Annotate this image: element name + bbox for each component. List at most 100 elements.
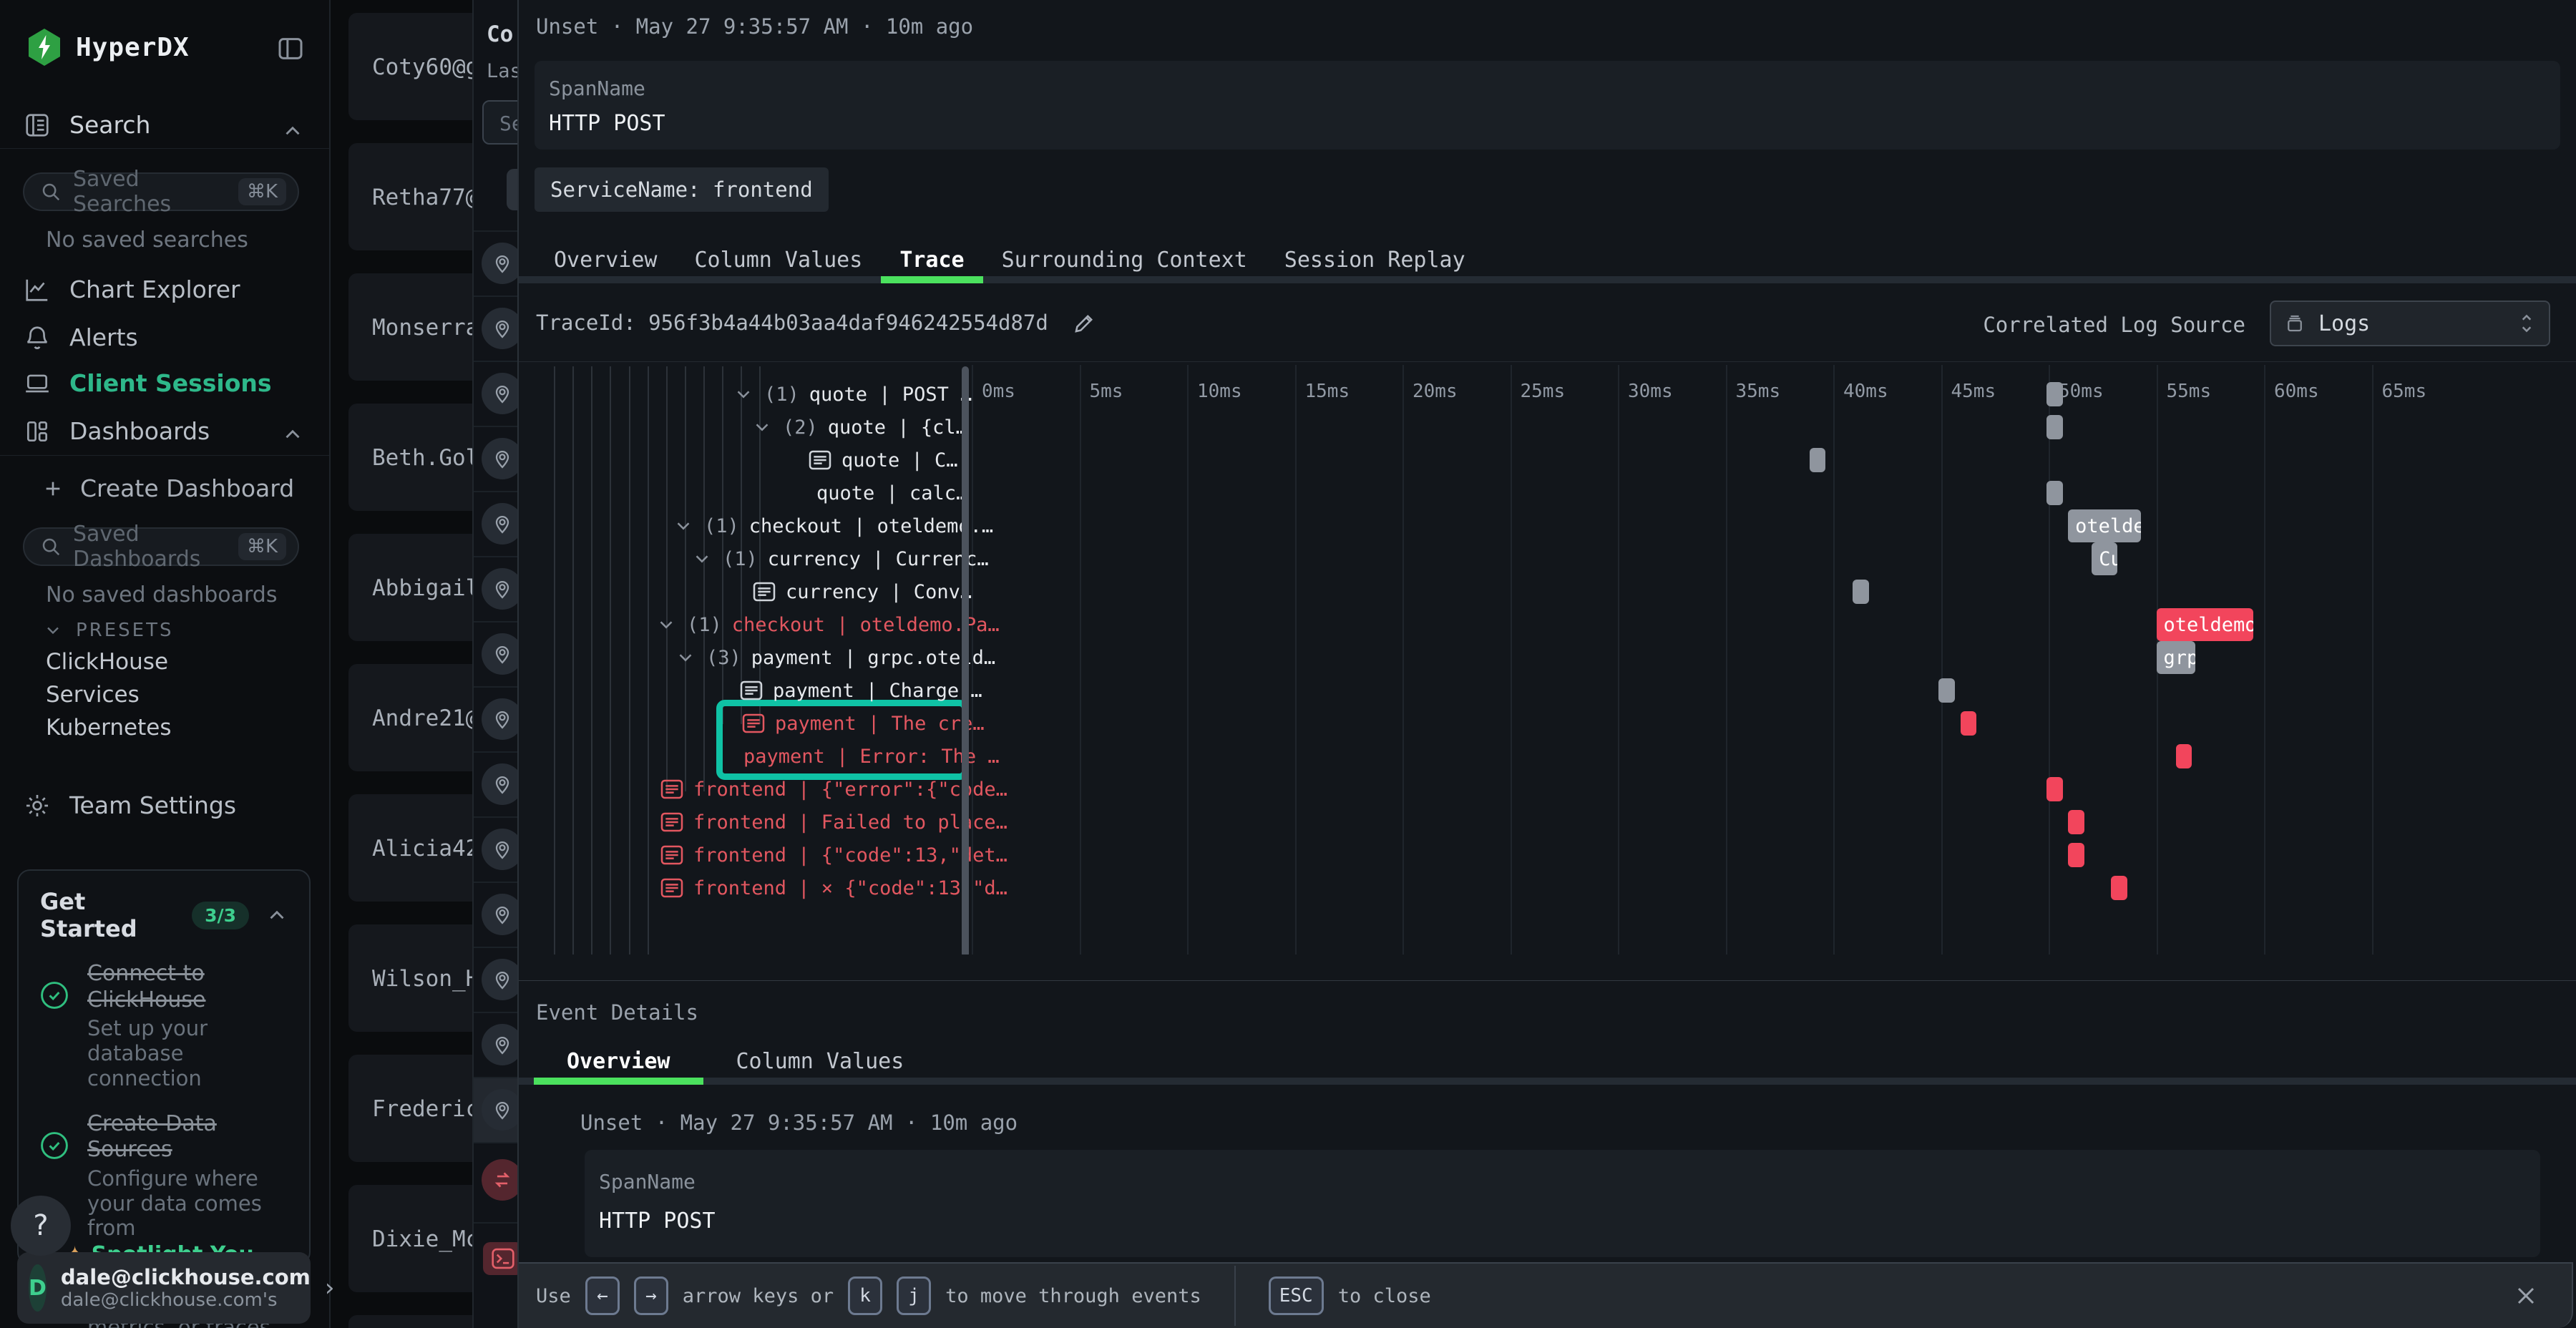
trace-span-row[interactable]: currency | Conv… — [753, 575, 972, 608]
user-menu[interactable]: D dale@clickhouse.com dale@clickhouse.co… — [17, 1252, 311, 1324]
sidebar-item-alerts[interactable]: Alerts — [24, 323, 138, 351]
span-duration-bar[interactable]: Cu — [2092, 542, 2117, 575]
location-pin-icon[interactable] — [482, 243, 517, 284]
dashboards-collapse-chevron-icon[interactable] — [280, 422, 305, 446]
sidebar-collapse-icon[interactable] — [276, 34, 305, 63]
span-duration-bar[interactable] — [2176, 744, 2192, 768]
span-duration-bar[interactable] — [2046, 481, 2063, 505]
trace-span-row[interactable]: payment | The cre… — [742, 707, 985, 740]
session-card[interactable]: Abbigail — [348, 534, 472, 641]
trace-span-row[interactable]: quote | C… — [809, 444, 958, 477]
location-pin-icon[interactable] — [482, 894, 517, 935]
span-duration-bar[interactable]: oteldemo. — [2157, 608, 2253, 641]
session-action-button[interactable] — [507, 169, 517, 210]
edit-icon[interactable] — [1073, 311, 1097, 335]
tab-trace[interactable]: Trace — [881, 236, 982, 283]
trace-span-row[interactable]: (1)currency | Currenc… — [691, 542, 989, 575]
location-pin-icon[interactable] — [482, 308, 517, 349]
trace-span-row[interactable]: frontend | {"code":13,"det… — [660, 839, 1008, 872]
session-card[interactable] — [348, 1315, 472, 1328]
sidebar-item-chart-explorer[interactable]: Chart Explorer — [24, 275, 240, 303]
session-card[interactable]: Monserra — [348, 273, 472, 381]
span-duration-bar[interactable]: grp — [2157, 641, 2195, 674]
event-tab-column-values[interactable]: Column Values — [703, 1038, 937, 1085]
trace-span-row[interactable]: payment | Error: The … — [743, 740, 1000, 773]
chevron-down-icon[interactable] — [673, 515, 694, 537]
location-pin-icon[interactable] — [482, 1089, 517, 1131]
preset-item-kubernetes[interactable]: Kubernetes — [46, 715, 171, 741]
location-pin-icon[interactable] — [482, 633, 517, 675]
session-card[interactable]: Frederic — [348, 1055, 472, 1162]
search-collapse-chevron-icon[interactable] — [280, 119, 305, 143]
get-started-collapse-chevron-icon[interactable] — [265, 903, 289, 927]
span-duration-bar[interactable] — [2046, 415, 2063, 439]
span-duration-bar[interactable] — [2046, 777, 2063, 801]
sidebar-item-dashboards[interactable]: Dashboards — [24, 417, 210, 445]
trace-span-row[interactable]: frontend | × {"code":13,"d… — [660, 872, 1008, 904]
session-card[interactable]: Wilson_H — [348, 924, 472, 1032]
location-pin-icon[interactable] — [482, 1024, 517, 1065]
span-duration-bar[interactable] — [2068, 810, 2084, 834]
sidebar-item-team-settings[interactable]: Team Settings — [24, 791, 236, 819]
log-source-select[interactable]: Logs — [2270, 301, 2550, 346]
location-pin-icon[interactable] — [482, 698, 517, 740]
help-button[interactable]: ? — [11, 1196, 71, 1256]
logo[interactable]: HyperDX — [27, 29, 190, 66]
span-duration-bar[interactable]: oteldemo. — [2068, 509, 2141, 542]
preset-item-clickhouse[interactable]: ClickHouse — [46, 649, 168, 675]
trace-span-row[interactable]: quote | calc… — [816, 477, 967, 509]
session-replay-icon[interactable] — [482, 1159, 517, 1201]
trace-span-row[interactable]: payment | Charge … — [740, 674, 982, 707]
location-pin-icon[interactable] — [482, 568, 517, 610]
trace-span-row[interactable]: (1)quote | POST … — [733, 378, 972, 411]
session-card[interactable]: Retha77@ — [348, 143, 472, 250]
chevron-down-icon[interactable] — [655, 614, 677, 635]
session-card[interactable]: Alicia42 — [348, 794, 472, 902]
tab-session-replay[interactable]: Session Replay — [1266, 236, 1484, 283]
span-duration-bar[interactable] — [1810, 448, 1826, 472]
sidebar-item-client-sessions[interactable]: Client Sessions — [24, 369, 272, 397]
trace-span-row[interactable]: (2)quote | {cl… — [751, 411, 967, 444]
location-pin-icon[interactable] — [482, 438, 517, 479]
tab-overview[interactable]: Overview — [535, 236, 676, 283]
terminal-log-icon[interactable] — [483, 1242, 517, 1275]
trace-span-row[interactable]: frontend | Failed to place… — [660, 806, 1008, 839]
span-duration-bar[interactable] — [2068, 843, 2084, 867]
tab-surrounding-context[interactable]: Surrounding Context — [983, 236, 1266, 283]
saved-dashboards-input[interactable]: Saved Dashboards ⌘K — [23, 527, 299, 566]
preset-item-services[interactable]: Services — [46, 682, 140, 708]
span-duration-bar[interactable] — [1938, 678, 1955, 703]
get-started-item[interactable]: Connect to ClickHouseSet up your databas… — [19, 949, 309, 1100]
trace-span-row[interactable]: (3)payment | grpc.oteld… — [675, 641, 995, 674]
sidebar-item-search[interactable]: Search — [24, 111, 150, 139]
event-tab-overview[interactable]: Overview — [534, 1038, 703, 1085]
chevron-down-icon[interactable] — [733, 384, 754, 405]
span-duration-bar[interactable] — [2111, 876, 2127, 900]
session-card[interactable]: Dixie_Mc — [348, 1185, 472, 1292]
location-pin-icon[interactable] — [482, 829, 517, 870]
location-pin-icon[interactable] — [482, 763, 517, 805]
chevron-down-icon[interactable] — [691, 548, 713, 570]
saved-searches-input[interactable]: Saved Searches ⌘K — [23, 172, 299, 211]
tree-panel-scrollbar[interactable] — [962, 366, 969, 954]
session-card[interactable]: Coty60@g — [348, 13, 472, 120]
chevron-down-icon[interactable] — [751, 416, 773, 438]
location-pin-icon[interactable] — [482, 373, 517, 414]
trace-span-row[interactable]: (1)checkout | oteldemo.… — [673, 509, 993, 542]
presets-toggle[interactable]: PRESETS — [43, 620, 174, 641]
chevron-down-icon[interactable] — [675, 647, 696, 668]
span-duration-bar[interactable] — [1853, 580, 1869, 604]
location-pin-icon[interactable] — [482, 503, 517, 545]
location-pin-icon[interactable] — [482, 959, 517, 1000]
span-duration-bar[interactable] — [2046, 382, 2063, 406]
service-name-chip[interactable]: ServiceName: frontend — [535, 167, 829, 212]
session-card[interactable]: Beth.Gol — [348, 404, 472, 511]
span-duration-bar[interactable] — [1961, 711, 1977, 736]
close-icon[interactable] — [2512, 1281, 2540, 1310]
session-card[interactable]: Andre21@ — [348, 664, 472, 771]
session-search-input[interactable]: Se — [482, 100, 517, 145]
get-started-header[interactable]: Get Started 3/3 — [19, 871, 309, 949]
trace-span-row[interactable]: (1)checkout | oteldemo.Pa… — [655, 608, 1000, 641]
trace-span-row[interactable]: frontend | {"error":{"code… — [660, 773, 1008, 806]
create-dashboard-button[interactable]: Create Dashboard — [42, 474, 294, 502]
